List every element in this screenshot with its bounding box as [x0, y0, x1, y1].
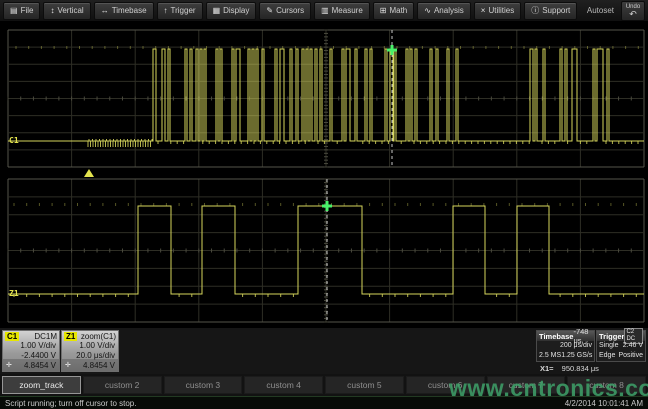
c1-level: 4.8454 V — [24, 361, 56, 370]
custom-button-row: zoom_track custom 2 custom 3 custom 4 cu… — [0, 374, 648, 396]
zoom-descriptor-z1[interactable]: Z1 zoom(C1) 1.00 V/div 20.0 μs/div ✛ 4.8… — [61, 330, 119, 372]
custom-8-button[interactable]: custom 8 — [567, 376, 646, 394]
menu-timebase-label: Timebase — [112, 6, 147, 15]
horizontal-arrows-icon: ↔ — [101, 7, 109, 15]
undo-arrow-icon: ↶ — [629, 10, 637, 18]
menu-cursors[interactable]: ✎Cursors — [259, 2, 311, 20]
custom-7-button[interactable]: custom 7 — [487, 376, 566, 394]
c1-coupling: DC1M — [34, 332, 57, 341]
timebase-scale: 200 μs/div — [560, 341, 592, 351]
waveform-display[interactable]: C1 Z1 — [0, 22, 648, 328]
menu-analysis-label: Analysis — [434, 6, 464, 15]
menu-trigger-label: Trigger — [171, 6, 196, 15]
menu-support-label: Support — [542, 6, 570, 15]
trigger-delay-marker — [84, 169, 94, 177]
measure-icon: ▥ — [321, 7, 329, 15]
menu-cursors-label: Cursors — [276, 6, 304, 15]
menu-vertical[interactable]: ↕Vertical — [43, 2, 90, 20]
status-datetime: 4/2/2014 10:01:41 AM — [565, 399, 643, 408]
timebase-title: Timebase — [539, 332, 573, 341]
menu-utilities-label: Utilities — [488, 6, 514, 15]
trigger-level: 2.46 V — [623, 341, 643, 351]
descriptor-strip: C1 DC1M 1.00 V/div -2.4400 V ✛ 4.8454 V … — [0, 328, 648, 374]
menu-display[interactable]: ▦Display — [206, 2, 257, 20]
menu-support[interactable]: ⓘSupport — [524, 2, 577, 20]
menu-measure[interactable]: ▥Measure — [314, 2, 370, 20]
menu-analysis[interactable]: ∿Analysis — [417, 2, 471, 20]
menu-bar: ▤File ↕Vertical ↔Timebase ↑Trigger ▦Disp… — [0, 0, 648, 22]
menu-file-label: File — [21, 6, 34, 15]
channel-label-Z1: Z1 — [9, 289, 19, 298]
timebase-descriptor[interactable]: Timebase -748 μs 200 μs/div 2.5 MS 1.25 … — [536, 330, 595, 362]
menu-display-label: Display — [223, 6, 249, 15]
z1-source: zoom(C1) — [81, 332, 116, 341]
z1-level: 4.8454 V — [83, 361, 115, 370]
menu-vertical-label: Vertical — [57, 6, 83, 15]
status-message: Script running; turn off cursor to stop. — [5, 399, 136, 408]
trigger-mode: Single — [599, 341, 618, 351]
cursor-readout-label: X1= — [540, 364, 554, 373]
cursor-readout: X1= 950.834 μs — [540, 364, 599, 373]
trigger-descriptor[interactable]: Trigger C2 DC Single 2.46 V Edge Positiv… — [596, 330, 646, 362]
c1-badge: C1 — [5, 332, 19, 341]
status-bar: Script running; turn off cursor to stop.… — [0, 396, 648, 409]
menu-math[interactable]: ⊞Math — [373, 2, 415, 20]
c1-scale: 1.00 V/div — [3, 341, 59, 351]
utilities-icon: × — [481, 7, 486, 15]
trigger-type: Edge — [599, 351, 615, 361]
z1-badge: Z1 — [64, 332, 77, 341]
trigger-slope: Positive — [618, 351, 643, 361]
c1-level-marker-icon: ✛ — [6, 361, 12, 369]
channel-label-C1: C1 — [9, 136, 19, 145]
display-grid-icon: ▦ — [213, 7, 221, 15]
custom-5-button[interactable]: custom 5 — [325, 376, 404, 394]
menu-utilities[interactable]: ×Utilities — [474, 2, 521, 20]
menu-math-label: Math — [389, 6, 407, 15]
vertical-arrows-icon: ↕ — [50, 7, 54, 15]
custom-4-button[interactable]: custom 4 — [244, 376, 323, 394]
menu-file[interactable]: ▤File — [3, 2, 40, 20]
autoset-button[interactable]: Autoset — [587, 6, 618, 15]
undo-button[interactable]: Undo ↶ — [621, 1, 645, 21]
zoom-track-button[interactable]: zoom_track — [2, 376, 81, 394]
scope-grids[interactable]: C1 Z1 — [0, 22, 648, 328]
trigger-title: Trigger — [599, 332, 624, 341]
z1-level-marker-icon: ✛ — [65, 361, 71, 369]
file-icon: ▤ — [10, 7, 18, 15]
custom-3-button[interactable]: custom 3 — [164, 376, 243, 394]
channel-descriptor-c1[interactable]: C1 DC1M 1.00 V/div -2.4400 V ✛ 4.8454 V — [2, 330, 60, 372]
menu-timebase[interactable]: ↔Timebase — [94, 2, 154, 20]
custom-2-button[interactable]: custom 2 — [83, 376, 162, 394]
timebase-samples: 2.5 MS — [539, 351, 561, 361]
timebase-rate: 1.25 GS/s — [561, 351, 592, 361]
analysis-wave-icon: ∿ — [424, 7, 431, 15]
cursor-readout-value: 950.834 μs — [562, 364, 599, 373]
menu-measure-label: Measure — [332, 6, 363, 15]
cursor-pencil-icon: ✎ — [266, 7, 273, 15]
oscilloscope-app: ▤File ↕Vertical ↔Timebase ↑Trigger ▦Disp… — [0, 0, 648, 409]
math-icon: ⊞ — [380, 7, 387, 15]
z1-scale: 1.00 V/div — [62, 341, 118, 351]
trigger-arrow-icon: ↑ — [164, 7, 168, 15]
menu-trigger[interactable]: ↑Trigger — [157, 2, 203, 20]
support-info-icon: ⓘ — [531, 7, 539, 15]
custom-6-button[interactable]: custom 6 — [406, 376, 485, 394]
